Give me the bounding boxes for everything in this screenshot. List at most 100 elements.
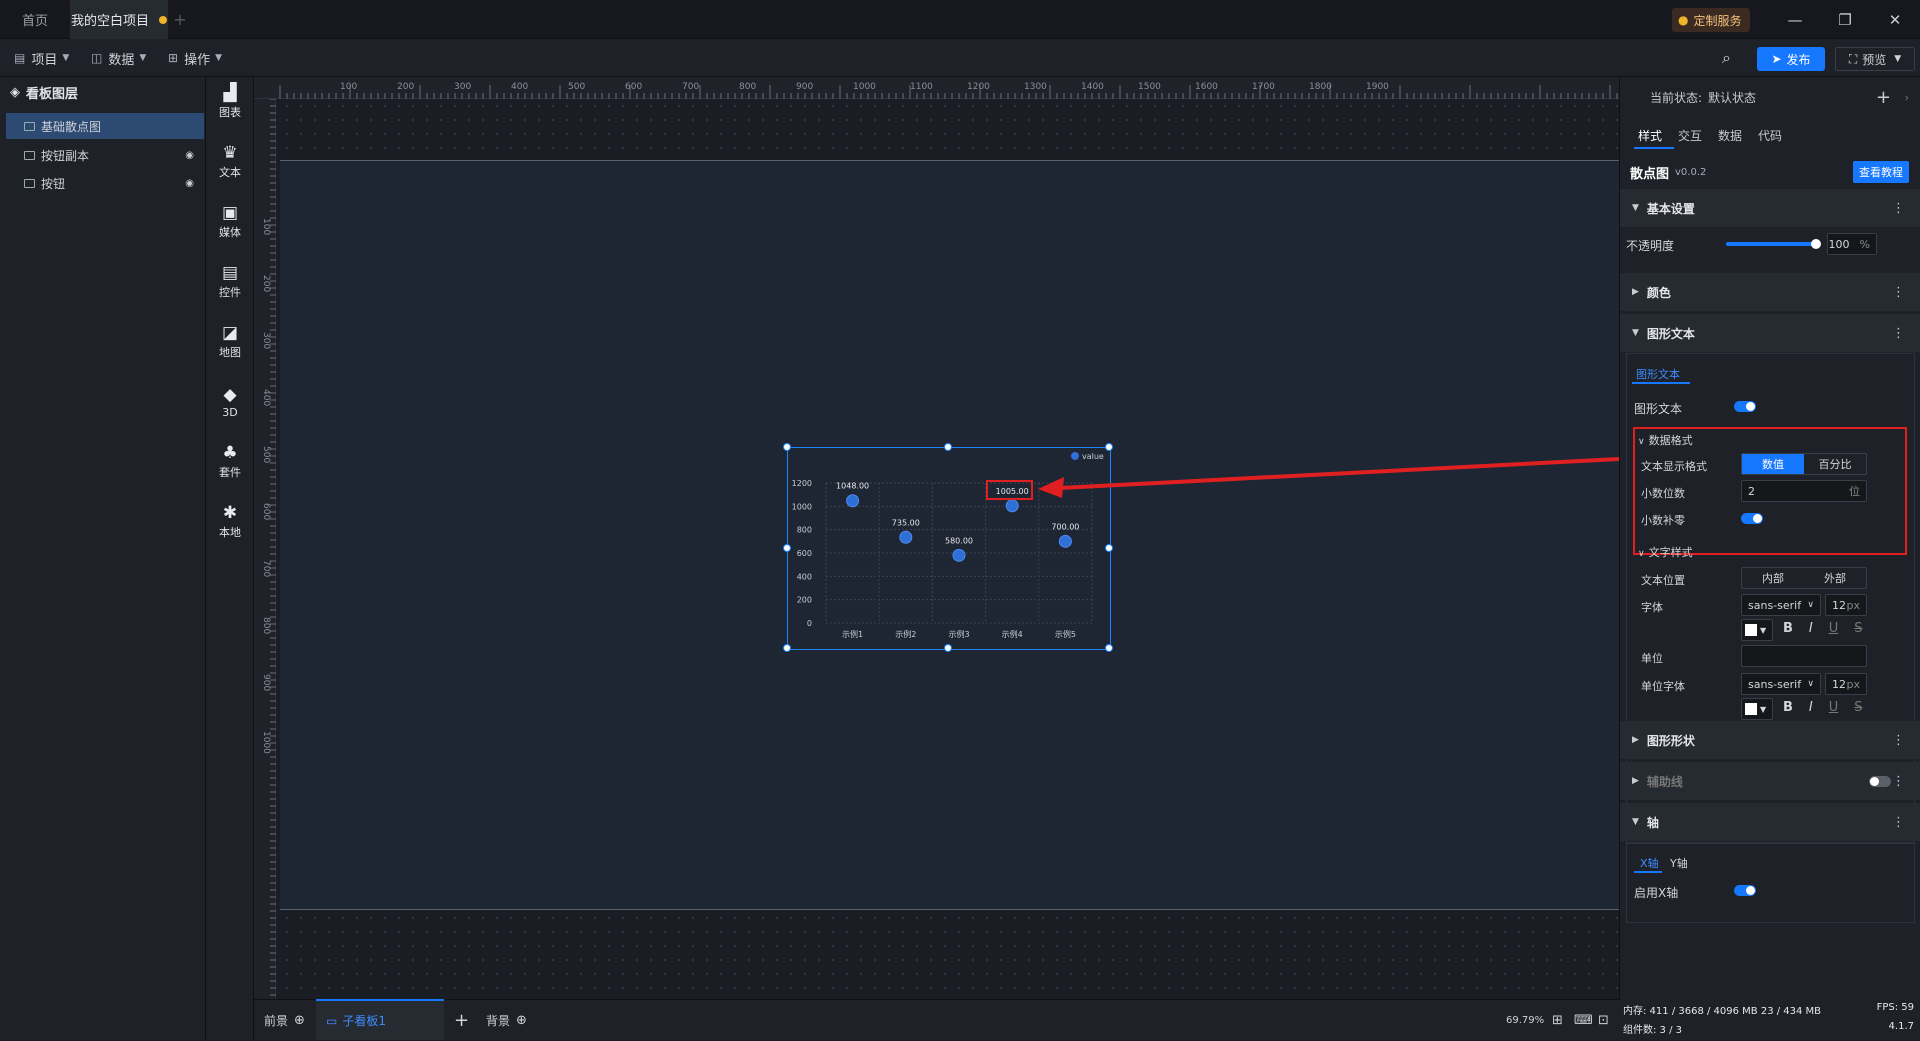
tab-subboard-1[interactable]: ▭ 子看板1 — [316, 999, 444, 1040]
shape-text-toggle[interactable] — [1734, 401, 1756, 412]
opacity-input[interactable]: 100% — [1827, 233, 1877, 255]
position-inside-option[interactable]: 内部 — [1742, 568, 1804, 588]
minimize-icon[interactable]: — — [1770, 0, 1820, 39]
font-select[interactable]: sans-serif ∨ — [1741, 594, 1821, 616]
more-icon[interactable]: ⋮ — [1892, 774, 1905, 789]
underline-icon[interactable]: U — [1829, 700, 1839, 715]
more-icon[interactable]: ⋮ — [1892, 733, 1905, 748]
tab-project[interactable]: 我的空白项目 — [70, 0, 168, 39]
font-color-picker[interactable]: ▼ — [1741, 619, 1773, 641]
guide-toggle[interactable] — [1869, 776, 1891, 787]
subtab-y-axis[interactable]: Y轴 — [1670, 855, 1688, 871]
tab-style[interactable]: 样式 — [1638, 127, 1678, 144]
section-shape-text[interactable]: ▼ 图形文本 ⋮ — [1620, 314, 1920, 352]
component-text[interactable]: ♛ 文本 — [206, 137, 254, 187]
tab-code[interactable]: 代码 — [1758, 127, 1798, 144]
tutorial-button[interactable]: 查看教程 — [1853, 161, 1909, 183]
add-board-icon[interactable]: + — [454, 1000, 469, 1041]
publish-button[interactable]: ➤ 发布 — [1757, 47, 1825, 71]
menu-data[interactable]: ◫ 数据 ▼ — [91, 39, 146, 77]
component-3d[interactable]: ◆ 3D — [206, 377, 254, 427]
format-value-option[interactable]: 数值 — [1742, 454, 1804, 474]
resize-handle[interactable] — [944, 644, 952, 652]
shape-text-toggle-label: 图形文本 — [1634, 402, 1683, 416]
pad-zero-toggle[interactable] — [1741, 513, 1763, 524]
component-kit[interactable]: ♣ 套件 — [206, 437, 254, 487]
more-icon[interactable]: ⋮ — [1892, 815, 1905, 830]
resize-handle[interactable] — [1105, 543, 1113, 552]
unit-font-select[interactable]: sans-serif ∨ — [1741, 673, 1821, 695]
foreground-tab[interactable]: 前景 ⊕ — [264, 1000, 305, 1041]
italic-icon[interactable]: I — [1809, 621, 1813, 636]
unit-input[interactable] — [1741, 645, 1867, 667]
background-tab[interactable]: 背景 ⊕ — [486, 1000, 527, 1041]
subtab-shape-text[interactable]: 图形文本 — [1636, 366, 1680, 382]
grid-icon: ⊞ — [168, 51, 179, 65]
decimals-input[interactable]: 2位 — [1741, 480, 1867, 502]
menu-operate[interactable]: ⊞ 操作 ▼ — [168, 39, 222, 77]
tab-data[interactable]: 数据 — [1718, 127, 1758, 144]
add-circle-icon[interactable]: ⊕ — [516, 1013, 527, 1028]
fit-screen-icon[interactable]: ⊞ — [1552, 1000, 1563, 1041]
tab-home[interactable]: 首页 — [0, 0, 70, 39]
strikethrough-icon[interactable]: S — [1854, 621, 1862, 636]
kit-icon: ♣ — [222, 443, 238, 463]
resize-handle[interactable] — [1105, 443, 1113, 451]
resize-handle[interactable] — [783, 443, 791, 451]
bold-icon[interactable]: B — [1783, 700, 1793, 715]
component-map[interactable]: ◪ 地图 — [206, 317, 254, 367]
tab-interaction[interactable]: 交互 — [1678, 127, 1718, 144]
opacity-slider-thumb[interactable] — [1811, 239, 1821, 249]
add-circle-icon[interactable]: ⊕ — [294, 1013, 305, 1028]
resize-handle[interactable] — [1105, 644, 1113, 652]
preview-button[interactable]: ⛶ 预览 ▼ — [1835, 47, 1915, 71]
canvas-area[interactable]: 100 200 300 400 500 600 700 800 900 1000 1100 1200 1… — [254, 77, 1619, 999]
menu-project[interactable]: ▤ 项目 ▼ — [14, 39, 69, 77]
zoom-level[interactable]: 69.79% — [1506, 1000, 1544, 1041]
unit-font-size-input[interactable]: 12 px — [1825, 673, 1867, 695]
component-chart[interactable]: ▟ 图表 — [206, 77, 254, 127]
custom-service-button[interactable]: ● 定制服务 — [1672, 8, 1750, 32]
section-guide[interactable]: ▶ 辅助线 ⋮ — [1620, 762, 1920, 800]
font-size-input[interactable]: 12 px — [1825, 594, 1867, 616]
subtab-x-axis[interactable]: X轴 — [1640, 855, 1659, 871]
unit-font-color-picker[interactable]: ▼ — [1741, 698, 1773, 720]
position-outside-option[interactable]: 外部 — [1804, 568, 1866, 588]
component-media[interactable]: ▣ 媒体 — [206, 197, 254, 247]
terminal-icon[interactable]: ⊡ — [1598, 1000, 1609, 1041]
enable-x-axis-toggle[interactable] — [1734, 885, 1756, 896]
component-control[interactable]: ▤ 控件 — [206, 257, 254, 307]
bold-icon[interactable]: B — [1783, 621, 1793, 636]
eye-hidden-icon[interactable]: ◉ — [185, 150, 194, 161]
underline-icon[interactable]: U — [1829, 621, 1839, 636]
section-axis[interactable]: ▼ 轴 ⋮ — [1620, 803, 1920, 841]
layer-item-button-copy[interactable]: 按钮副本 ◉ — [6, 142, 204, 168]
keyboard-icon[interactable]: ⌨ — [1574, 1000, 1593, 1041]
data-format-header[interactable]: ∨ 数据格式 — [1638, 432, 1693, 448]
section-basic[interactable]: ▼ 基本设置 ⋮ — [1620, 189, 1920, 227]
strikethrough-icon[interactable]: S — [1854, 700, 1862, 715]
opacity-slider[interactable] — [1726, 242, 1816, 246]
scatter-chart-widget[interactable]: 0 200 400 600 800 1000 1200 示例1 示例2 示例3 示例4 示例5 1048… — [783, 443, 1113, 652]
more-icon[interactable]: ⋮ — [1892, 201, 1905, 216]
text-style-header[interactable]: ∨ 文字样式 — [1638, 544, 1693, 560]
resize-handle[interactable] — [944, 443, 952, 451]
section-color[interactable]: ▶ 颜色 ⋮ — [1620, 273, 1920, 311]
add-tab-icon[interactable]: + — [168, 0, 192, 39]
status-bar: 内存: 411 / 3668 / 4096 MB 23 / 434 MB FPS… — [1619, 1000, 1920, 1040]
section-shape[interactable]: ▶ 图形形状 ⋮ — [1620, 721, 1920, 759]
layer-item-scatter[interactable]: 基础散点图 — [6, 113, 204, 139]
search-icon[interactable]: ⌕ — [1722, 39, 1731, 77]
italic-icon[interactable]: I — [1809, 700, 1813, 715]
eye-hidden-icon[interactable]: ◉ — [185, 178, 194, 189]
resize-handle[interactable] — [783, 543, 791, 552]
text-position-segment: 内部 外部 — [1741, 567, 1867, 589]
resize-handle[interactable] — [783, 644, 791, 652]
restore-icon[interactable]: ❐ — [1820, 0, 1870, 39]
component-local[interactable]: ✱ 本地 — [206, 497, 254, 547]
close-icon[interactable]: ✕ — [1870, 0, 1920, 39]
more-icon[interactable]: ⋮ — [1892, 285, 1905, 300]
more-icon[interactable]: ⋮ — [1892, 326, 1905, 341]
format-percent-option[interactable]: 百分比 — [1804, 454, 1866, 474]
layer-item-button[interactable]: 按钮 ◉ — [6, 170, 204, 196]
